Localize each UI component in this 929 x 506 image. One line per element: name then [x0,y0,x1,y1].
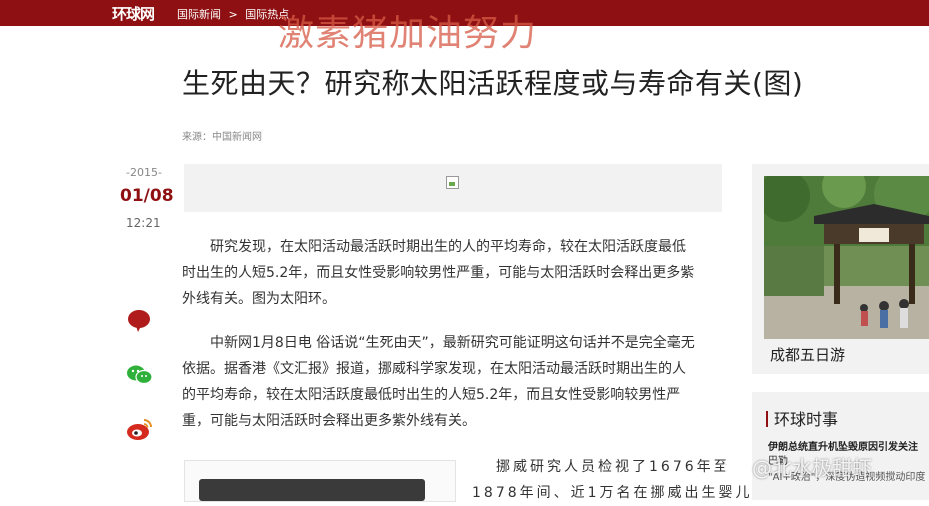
paragraph-line: 研究发现，在太阳活动最活跃时期出生的人的平均寿命，较在太阳活跃度最低 [210,239,686,255]
article-source: 来源：中国新闻网 [182,132,262,143]
paragraph-line: 依据。据香港《文汇报》报道，挪威科学家发现，在太阳活动最活跃时期出生的人 [182,361,686,377]
date-day: 01/08 [120,186,174,206]
platform-logo-icon [724,454,748,478]
sidebar-section-title: 环球时事 [774,410,839,429]
broken-image-icon [446,176,459,189]
article-title: 生死由天？研究称太阳活跃程度或与寿命有关(图) [182,67,804,100]
article-paragraph-1: 研究发现，在太阳活动最活跃时期出生的人的平均寿命，较在太阳活跃度最低 时出生的人… [182,234,722,312]
sidebar-photo-card[interactable]: 成都五日游 [752,164,929,374]
article-inline-image [199,479,425,501]
overlay-watermark-text: 激素猪加油努力 [278,13,538,54]
paragraph-line: 挪威研究人员检视了1676年至 [496,459,731,475]
breadcrumb: 国际新闻 > 国际热点 [177,6,293,22]
paragraph-line: 1878年间、近1万名在挪威出生婴儿的 [472,485,770,501]
paragraph-line: 中新网1月8日电 俗话说“生死由天”，最新研究可能证明这句话并不是完全毫无 [210,335,695,351]
breadcrumb-separator: > [228,8,238,21]
sidebar-news-section: 环球时事 伊朗总统直升机坠毁原因引发关注 巴勒 "AI+政治"，深度伪造视频搅动… [752,392,929,500]
paragraph-line: 外线有关。图为太阳环。 [182,291,336,307]
carousel-dots [858,333,922,339]
weibo-icon[interactable] [126,416,152,442]
sidebar-section-header: 环球时事 [766,406,838,430]
site-logo[interactable]: 环球网 [112,3,155,24]
comment-icon[interactable] [126,308,152,334]
date-time: 12:21 [126,216,161,230]
paragraph-line: 重，可能与太阳活跃时会释出更多紫外线有关。 [182,413,476,429]
article-paragraph-2: 中新网1月8日电 俗话说“生死由天”，最新研究可能证明这句话并不是完全毫无 依据… [182,330,722,434]
bottom-watermark-text: @北水极甜虾 [752,456,872,480]
paragraph-line: 时出生的人短5.2年，而且女性受影响较男性严重，可能与太阳活跃时会释出更多紫 [182,265,695,281]
date-year: -2015- [126,166,162,179]
paragraph-line: 的平均寿命，较在太阳活跃度最低时出生的人短5.2年，而且女性受影响较男性严 [182,387,681,403]
breadcrumb-item-world-news[interactable]: 国际新闻 [177,8,221,21]
bottom-watermark: @北水极甜虾 [724,452,872,481]
section-accent-bar [766,411,768,427]
wechat-icon[interactable] [126,362,153,388]
article-image-placeholder [184,164,722,212]
sidebar-photo[interactable] [764,176,929,339]
sidebar-headline-link[interactable]: 伊朗总统直升机坠毁原因引发关注 [768,438,918,453]
sidebar-photo-caption[interactable]: 成都五日游 [770,344,845,365]
article-inline-image-frame [184,460,456,502]
